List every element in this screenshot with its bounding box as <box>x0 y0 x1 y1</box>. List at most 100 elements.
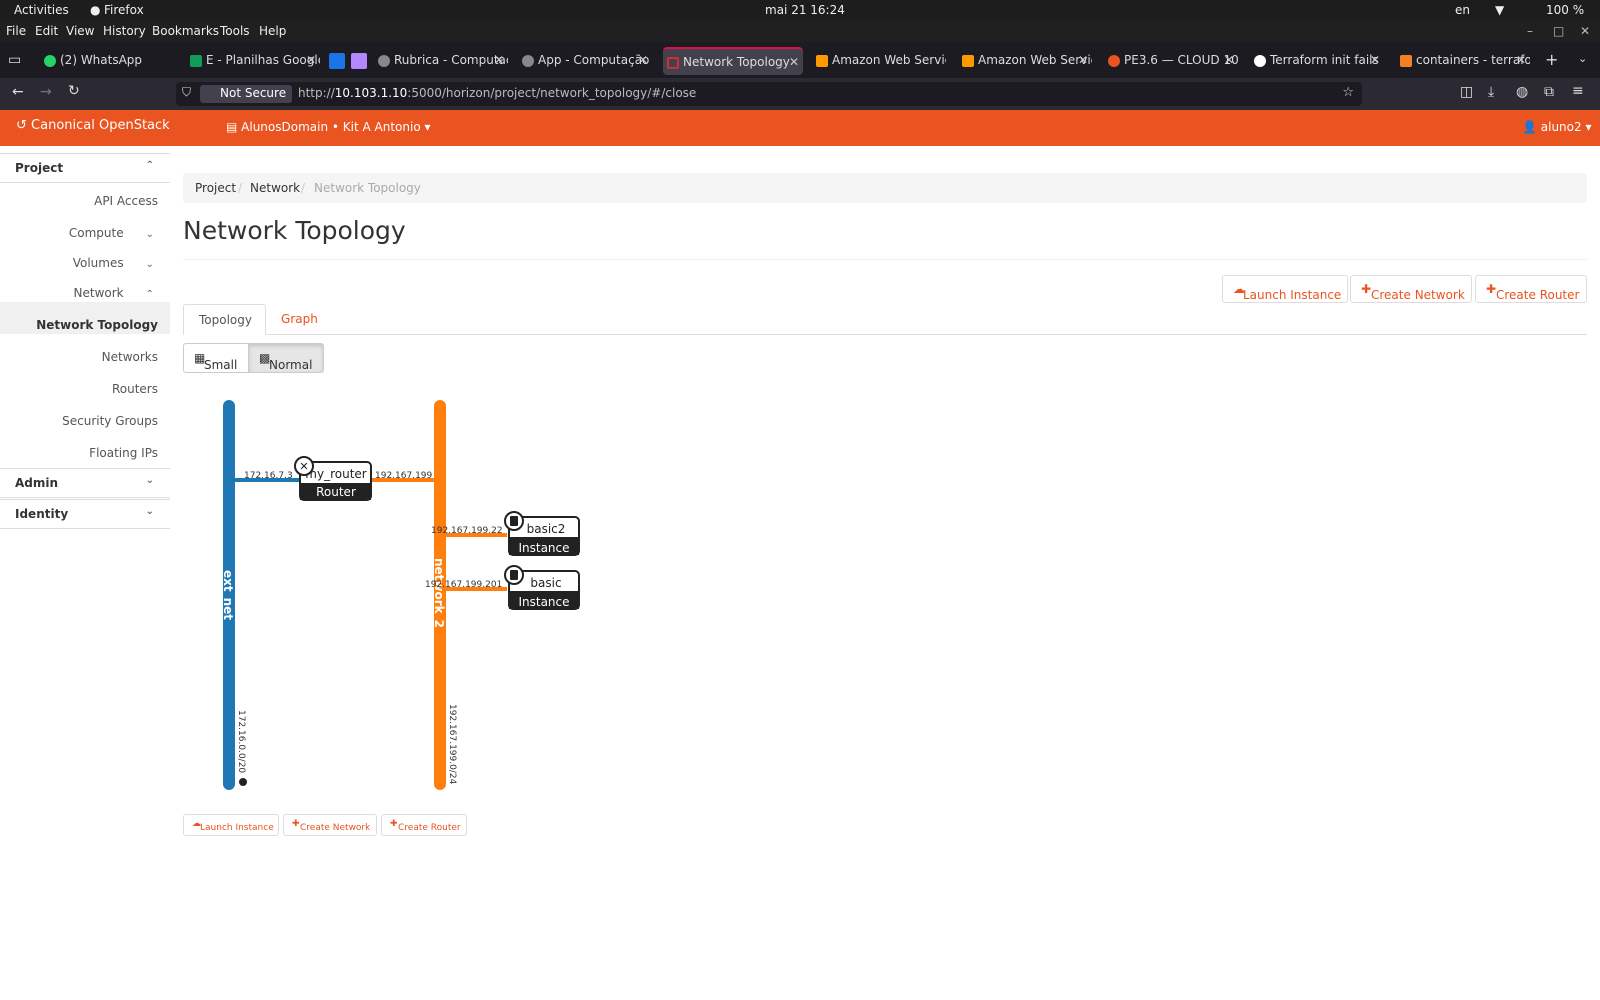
create-network-button[interactable]: ✚ Create Network <box>1350 275 1472 303</box>
sidebar-item-network[interactable]: Network ⌃ <box>74 286 155 300</box>
browser-tab[interactable]: Terraform init fails ✕ <box>1250 47 1384 75</box>
browser-tab[interactable]: containers - terrafo ✕ <box>1396 47 1530 75</box>
language-indicator[interactable]: en <box>1455 3 1470 17</box>
menu-bookmarks[interactable]: Bookmarks <box>152 24 219 38</box>
browser-tab-active[interactable]: Network Topology ✕ <box>663 47 803 75</box>
sidebar-item-routers[interactable]: Routers <box>112 382 158 396</box>
sidebar-section-project[interactable]: Project ⌃ <box>0 153 170 183</box>
browser-tab[interactable]: Amazon Web Servic ✕ <box>958 47 1092 75</box>
app-icon <box>329 53 345 69</box>
create-router-button-small[interactable]: ✚ Create Router <box>381 814 467 836</box>
shield-icon[interactable]: ⛉ <box>182 85 191 100</box>
close-tab-icon[interactable]: ✕ <box>1370 53 1380 67</box>
browser-tab[interactable]: (2) WhatsApp <box>40 47 174 75</box>
close-tab-icon[interactable]: ✕ <box>1516 53 1526 67</box>
system-bar: Activities ● Firefox mai 21 16:24 en ▼ 1… <box>0 0 1600 20</box>
download-icon[interactable]: ⤓ <box>1488 84 1494 100</box>
wifi-icon[interactable]: ▼ <box>1495 3 1504 17</box>
close-window-icon[interactable]: ✕ <box>1580 24 1590 38</box>
router-type: Router <box>316 485 356 499</box>
sidebar-item-security-groups[interactable]: Security Groups <box>62 414 158 428</box>
url-text[interactable]: http://10.103.1.10:5000/horizon/project/… <box>298 86 696 100</box>
browser-tab-pinned[interactable] <box>350 47 368 75</box>
close-tab-icon[interactable]: ✕ <box>1224 53 1234 67</box>
sidebar-item-networks[interactable]: Networks <box>102 350 158 364</box>
chevron-down-icon: ⌄ <box>145 259 154 270</box>
close-tab-icon[interactable]: ✕ <box>1078 53 1088 67</box>
browser-tab[interactable]: App - Computação ✕ <box>518 47 652 75</box>
menu-tools[interactable]: Tools <box>220 24 250 38</box>
network-name-network-2: network_2 <box>431 558 446 628</box>
tab-overflow-icon[interactable]: ⌄ <box>1578 52 1587 65</box>
close-tab-icon[interactable]: ✕ <box>494 53 504 67</box>
clock[interactable]: mai 21 16:24 <box>765 3 845 17</box>
browser-tab[interactable]: E - Planilhas Google ✕ <box>186 47 320 75</box>
menu-help[interactable]: Help <box>259 24 286 38</box>
browser-tab-pinned[interactable] <box>328 47 346 75</box>
sidebar-section-identity[interactable]: Identity ⌄ <box>0 499 170 529</box>
menu-history[interactable]: History <box>103 24 146 38</box>
router-node[interactable]: my_router Router ✕ <box>294 456 372 501</box>
small-view-toggle[interactable]: ▦ Small <box>183 343 249 373</box>
extensions-icon[interactable]: ⧉ <box>1544 84 1554 100</box>
pocket-icon[interactable]: ◫ <box>1460 84 1473 100</box>
minimize-icon[interactable]: – <box>1527 24 1533 38</box>
normal-view-toggle[interactable]: ▩ Normal <box>248 343 324 373</box>
forward-icon[interactable]: → <box>40 84 52 100</box>
tab-list-icon[interactable]: ▭ <box>8 52 21 68</box>
reload-icon[interactable]: ↻ <box>68 83 80 99</box>
instance-name: basic <box>530 576 561 590</box>
chevron-down-icon: ⌄ <box>145 475 154 486</box>
github-icon <box>1254 55 1266 67</box>
sidebar-item-api-access[interactable]: API Access <box>94 194 158 208</box>
account-icon[interactable]: ◍ <box>1516 84 1528 100</box>
instance-type: Instance <box>518 595 569 609</box>
tab-topology[interactable]: Topology <box>183 304 266 335</box>
instance-node-basic[interactable]: basic Instance <box>504 565 580 610</box>
breadcrumb-network[interactable]: Network <box>250 181 300 195</box>
browser-tab[interactable]: Amazon Web Servic <box>812 47 946 75</box>
sidebar-section-admin[interactable]: Admin ⌄ <box>0 468 170 498</box>
instance-ip-basic2: 192.167.199.22 <box>431 526 503 536</box>
firefox-icon: ● <box>90 3 101 17</box>
hamburger-menu-icon[interactable]: ≡ <box>1572 83 1584 99</box>
back-icon[interactable]: ← <box>12 84 24 100</box>
user-menu[interactable]: 👤 aluno2 ▾ <box>1522 120 1591 134</box>
sidebar-item-volumes[interactable]: Volumes ⌄ <box>73 256 154 270</box>
sidebar-item-compute[interactable]: Compute ⌄ <box>69 226 154 240</box>
breadcrumb-project[interactable]: Project <box>195 181 236 195</box>
browser-tab[interactable]: PE3.6 — CLOUD 10 ✕ <box>1104 47 1238 75</box>
new-tab-icon[interactable]: + <box>1545 50 1558 69</box>
menu-edit[interactable]: Edit <box>35 24 58 38</box>
chevron-up-icon: ⌃ <box>145 160 154 171</box>
create-network-button-small[interactable]: ✚ Create Network <box>283 814 377 836</box>
instance-node-basic2[interactable]: basic2 Instance <box>504 511 580 556</box>
maximize-icon[interactable]: □ <box>1553 24 1564 38</box>
close-tab-icon[interactable]: ✕ <box>789 55 799 69</box>
breadcrumb-separator: / <box>301 181 306 195</box>
brand-logo[interactable]: ↺ Canonical OpenStack <box>16 118 170 133</box>
not-secure-badge[interactable]: Not Secure <box>200 85 293 103</box>
sidebar-item-floating-ips[interactable]: Floating IPs <box>89 446 158 460</box>
launch-instance-button-small[interactable]: ☁ Launch Instance <box>183 814 279 836</box>
tab-graph[interactable]: Graph <box>266 304 326 335</box>
project-selector[interactable]: ▤ AlunosDomain • Kit A Antonio ▾ <box>226 120 431 134</box>
app-name[interactable]: Firefox <box>104 3 144 17</box>
whatsapp-icon <box>44 55 56 67</box>
view-tabs: Topology Graph <box>183 304 1587 335</box>
close-tab-icon[interactable]: ✕ <box>638 53 648 67</box>
activities-button[interactable]: Activities <box>14 3 69 17</box>
create-router-button[interactable]: ✚ Create Router <box>1475 275 1587 303</box>
bookmark-star-icon[interactable]: ☆ <box>1342 85 1354 100</box>
close-tab-icon[interactable]: ✕ <box>306 53 316 67</box>
ubuntu-icon <box>1108 55 1120 67</box>
browser-tab[interactable]: Rubrica - Computaç ✕ <box>374 47 508 75</box>
instance-name: basic2 <box>527 522 566 536</box>
menu-file[interactable]: File <box>6 24 26 38</box>
menu-view[interactable]: View <box>66 24 94 38</box>
sidebar-item-network-topology[interactable]: Network Topology <box>36 318 158 332</box>
address-bar[interactable]: ⛉ Not Secure http://10.103.1.10:5000/hor… <box>176 82 1362 106</box>
battery-level[interactable]: 100 % <box>1546 3 1584 17</box>
launch-instance-button[interactable]: ☁ Launch Instance <box>1222 275 1348 303</box>
sheets-icon <box>190 55 202 67</box>
